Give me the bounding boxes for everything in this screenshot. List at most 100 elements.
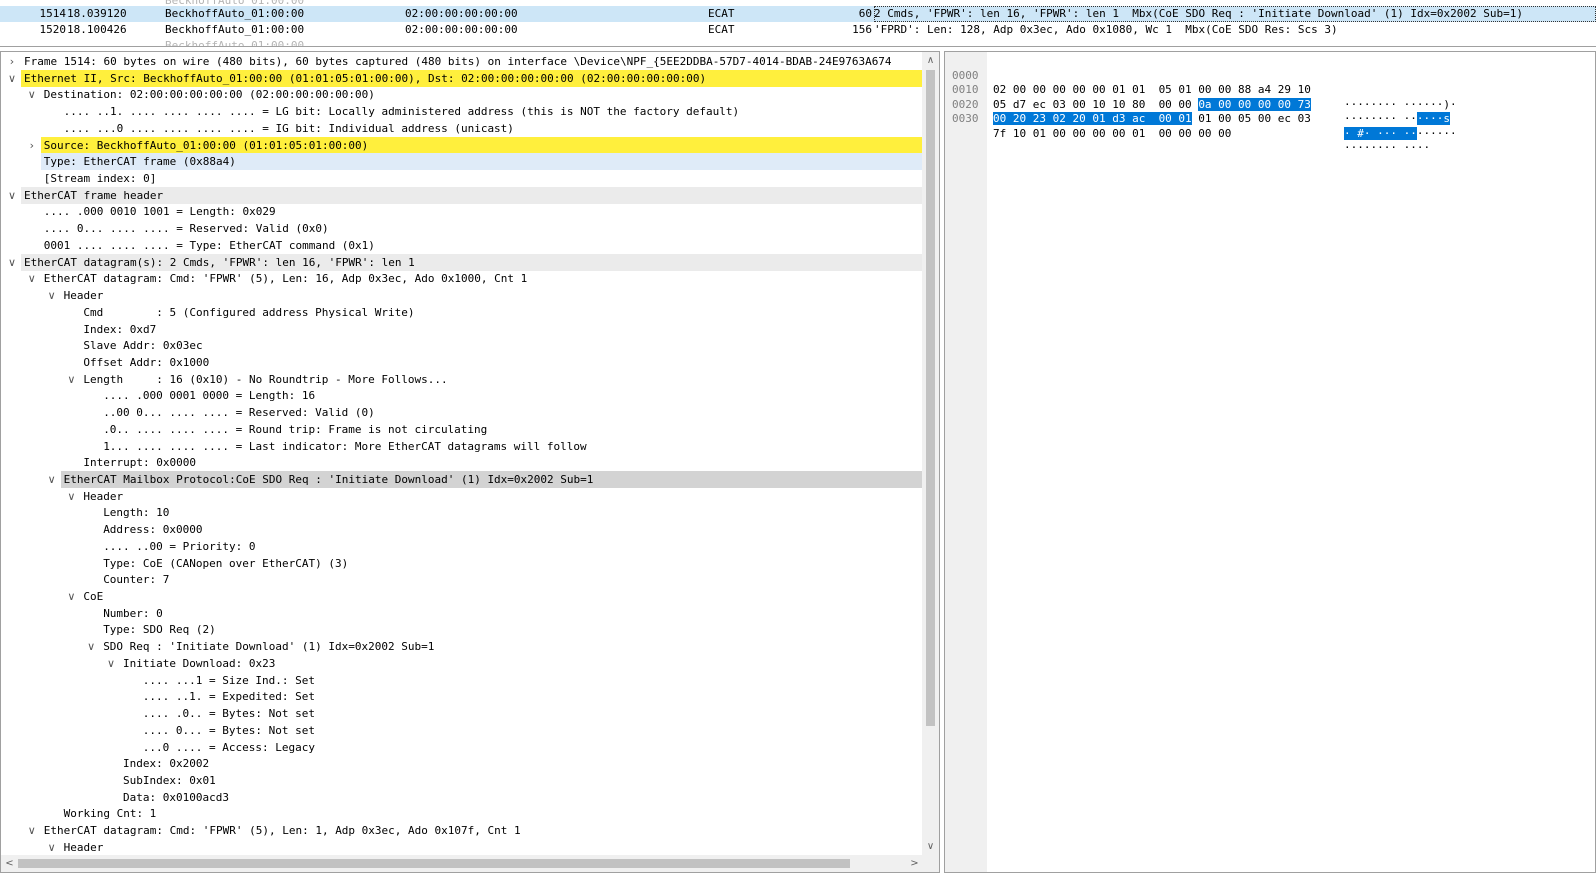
tree-row[interactable]: ..00 0... .... .... = Reserved: Valid (0… [1, 404, 923, 421]
tree-row[interactable]: .... .0.. = Bytes: Not set [1, 705, 923, 722]
chevron-down-icon[interactable]: ∨ [65, 488, 77, 505]
scroll-right-arrow-icon[interactable]: > [906, 855, 923, 872]
tree-row[interactable]: Data: 0x0100acd3 [1, 789, 923, 806]
bytes-line[interactable]: 0020 00 20 23 02 20 01 d3 ac 00 01 01 00… [945, 83, 1595, 140]
tree-row-text: Length : 16 (0x10) - No Roundtrip - More… [83, 372, 448, 386]
chevron-down-icon[interactable]: ∨ [26, 822, 38, 839]
tree-row[interactable]: Offset Addr: 0x1000 [1, 354, 923, 371]
tree-row[interactable]: Interrupt: 0x0000 [1, 454, 923, 471]
tree-row[interactable]: .... 0... .... .... = Reserved: Valid (0… [1, 220, 923, 237]
packet-time: 18.100426 [67, 23, 127, 36]
tree-row[interactable]: Counter: 7 [1, 571, 923, 588]
chevron-down-icon[interactable]: ∨ [105, 655, 117, 672]
tree-row[interactable]: ...0 .... = Access: Legacy [1, 739, 923, 756]
bytes-line[interactable]: 0030 7f 10 01 00 00 00 00 01 00 00 00 00… [945, 98, 1595, 154]
tree-row[interactable]: 1... .... .... .... = Last indicator: Mo… [1, 438, 923, 455]
tree-row[interactable]: .... 0... = Bytes: Not set [1, 722, 923, 739]
tree-row[interactable]: Address: 0x0000 [1, 521, 923, 538]
tree-row-text: Type: EtherCAT frame (0x88a4) [43, 155, 236, 169]
tree-row-text: .... .000 0010 1001 = Length: 0x029 [43, 205, 276, 219]
tree-row[interactable]: Index: 0x2002 [1, 755, 923, 772]
tree-row[interactable]: Cmd : 5 (Configured address Physical Wri… [1, 304, 923, 321]
packet-list[interactable]: BeckhoffAuto_01:00:00 1514 18.039120 Bec… [0, 0, 1596, 47]
tree-row[interactable]: ∨ CoE [1, 588, 923, 605]
packet-source: BeckhoffAuto_01:00:00 [165, 23, 305, 36]
scroll-left-arrow-icon[interactable]: < [1, 855, 18, 872]
tree-row[interactable]: Type: CoE (CANopen over EtherCAT) (3) [1, 555, 923, 572]
chevron-down-icon[interactable]: ∨ [26, 86, 38, 103]
packet-row-next[interactable]: BeckhoffAuto_01:00:00 [0, 38, 1596, 46]
tree-row[interactable]: Type: EtherCAT frame (0x88a4) [1, 153, 923, 171]
tree-row[interactable]: .... ..1. .... .... .... .... = LG bit: … [1, 103, 923, 120]
tree-row-text: EtherCAT Mailbox Protocol:CoE SDO Req : … [63, 473, 594, 486]
tree-row[interactable]: ∨ SDO Req : 'Initiate Download' (1) Idx=0… [1, 638, 923, 655]
tree-row-text: EtherCAT datagram: Cmd: 'FPWR' (5), Len:… [43, 272, 528, 286]
tree-row[interactable]: › Source: BeckhoffAuto_01:00:00 (01:01:05… [1, 136, 923, 154]
tree-row[interactable]: ∨ EtherCAT Mailbox Protocol:CoE SDO Req :… [1, 471, 923, 488]
tree-row[interactable]: SubIndex: 0x01 [1, 772, 923, 789]
bytes-line[interactable]: 0000 02 00 00 00 00 00 01 01 05 01 00 00… [945, 54, 1595, 111]
packet-row-selected[interactable]: 1514 18.039120 BeckhoffAuto_01:00:00 02:… [0, 6, 1596, 22]
tree-row[interactable]: Number: 0 [1, 605, 923, 622]
tree-row[interactable]: Working Cnt: 1 [1, 805, 923, 822]
packet-time: 18.039120 [67, 7, 127, 20]
tree-row[interactable]: ∨ Header [1, 287, 923, 304]
tree-row[interactable]: ∨ Initiate Download: 0x23 [1, 655, 923, 672]
tree-row[interactable]: ∨ EtherCAT datagram: Cmd: 'FPWR' (5), Len… [1, 822, 923, 839]
tree-row[interactable]: ∨ Header [1, 488, 923, 505]
tree-row[interactable]: .... ...0 .... .... .... .... = IG bit: … [1, 120, 923, 137]
chevron-right-icon[interactable]: › [6, 53, 18, 70]
packet-destination: 02:00:00:00:00:00 [405, 7, 518, 20]
tree-row[interactable]: ∨ EtherCAT frame header [1, 186, 923, 204]
packet-row[interactable]: 1520 18.100426 BeckhoffAuto_01:00:00 02:… [0, 22, 1596, 38]
tree-row[interactable]: .... .000 0001 0000 = Length: 16 [1, 387, 923, 404]
tree-row[interactable]: ∨ Ethernet II, Src: BeckhoffAuto_01:00:00… [1, 69, 923, 87]
tree-row[interactable]: Type: SDO Req (2) [1, 621, 923, 638]
packet-bytes-pane[interactable]: 0000 02 00 00 00 00 00 01 01 05 01 00 00… [944, 51, 1596, 873]
details-horizontal-scroll-thumb[interactable] [18, 859, 850, 868]
chevron-down-icon[interactable]: ∨ [65, 371, 77, 388]
packet-details-tree[interactable]: › Frame 1514: 60 bytes on wire (480 bits)… [1, 52, 923, 855]
chevron-down-icon[interactable]: ∨ [46, 287, 58, 304]
tree-row-text: EtherCAT datagram(s): 2 Cmds, 'FPWR': le… [24, 255, 415, 269]
tree-row-text: Index: 0xd7 [83, 322, 157, 336]
tree-row[interactable]: › Frame 1514: 60 bytes on wire (480 bits)… [1, 53, 923, 70]
packet-details-pane[interactable]: › Frame 1514: 60 bytes on wire (480 bits)… [0, 51, 940, 873]
tree-row-text: Header [83, 489, 124, 503]
scroll-up-arrow-icon[interactable]: ∧ [922, 52, 939, 69]
bytes-line[interactable]: 0010 05 d7 ec 03 00 10 10 80 00 00 0a 00… [945, 69, 1595, 125]
tree-row[interactable]: [Stream index: 0] [1, 170, 923, 187]
chevron-down-icon[interactable]: ∨ [6, 254, 18, 271]
chevron-down-icon[interactable]: ∨ [46, 839, 58, 855]
tree-row[interactable]: .... .000 0010 1001 = Length: 0x029 [1, 203, 923, 220]
tree-row[interactable]: ∨ Header [1, 839, 923, 855]
chevron-down-icon[interactable]: ∨ [26, 270, 38, 287]
details-horizontal-scrollbar[interactable]: < > [1, 855, 923, 872]
tree-row[interactable]: Index: 0xd7 [1, 321, 923, 338]
scroll-down-arrow-icon[interactable]: ∨ [922, 838, 939, 855]
tree-row[interactable]: Length: 10 [1, 504, 923, 521]
chevron-down-icon[interactable]: ∨ [6, 187, 18, 204]
chevron-down-icon[interactable]: ∨ [46, 471, 58, 488]
packet-length: 156 [852, 23, 872, 36]
tree-row-text: Length: 10 [103, 506, 170, 520]
chevron-right-icon[interactable]: › [26, 137, 38, 154]
tree-row-text: Cmd : 5 (Configured address Physical Wri… [83, 305, 415, 319]
tree-row[interactable]: ∨ EtherCAT datagram(s): 2 Cmds, 'FPWR': l… [1, 253, 923, 271]
tree-row[interactable]: .... ..00 = Priority: 0 [1, 538, 923, 555]
tree-row[interactable]: .... ...1 = Size Ind.: Set [1, 672, 923, 689]
tree-row[interactable]: 0001 .... .... .... = Type: EtherCAT com… [1, 237, 923, 254]
tree-row[interactable]: ∨ Destination: 02:00:00:00:00:00 (02:00:0… [1, 86, 923, 103]
chevron-down-icon[interactable]: ∨ [6, 70, 18, 87]
tree-row-text: .... 0... = Bytes: Not set [142, 723, 315, 737]
tree-row[interactable]: .0.. .... .... .... = Round trip: Frame … [1, 421, 923, 438]
tree-row-text: .... ...0 .... .... .... .... = IG bit: … [63, 121, 514, 135]
tree-row[interactable]: ∨ Length : 16 (0x10) - No Roundtrip - Mor… [1, 371, 923, 388]
tree-row[interactable]: .... ..1. = Expedited: Set [1, 688, 923, 705]
chevron-down-icon[interactable]: ∨ [85, 638, 97, 655]
tree-row[interactable]: ∨ EtherCAT datagram: Cmd: 'FPWR' (5), Len… [1, 270, 923, 287]
chevron-down-icon[interactable]: ∨ [65, 588, 77, 605]
details-vertical-scroll-thumb[interactable] [926, 70, 935, 726]
tree-row[interactable]: Slave Addr: 0x03ec [1, 337, 923, 354]
details-vertical-scrollbar[interactable]: ∧ ∨ [922, 52, 939, 855]
